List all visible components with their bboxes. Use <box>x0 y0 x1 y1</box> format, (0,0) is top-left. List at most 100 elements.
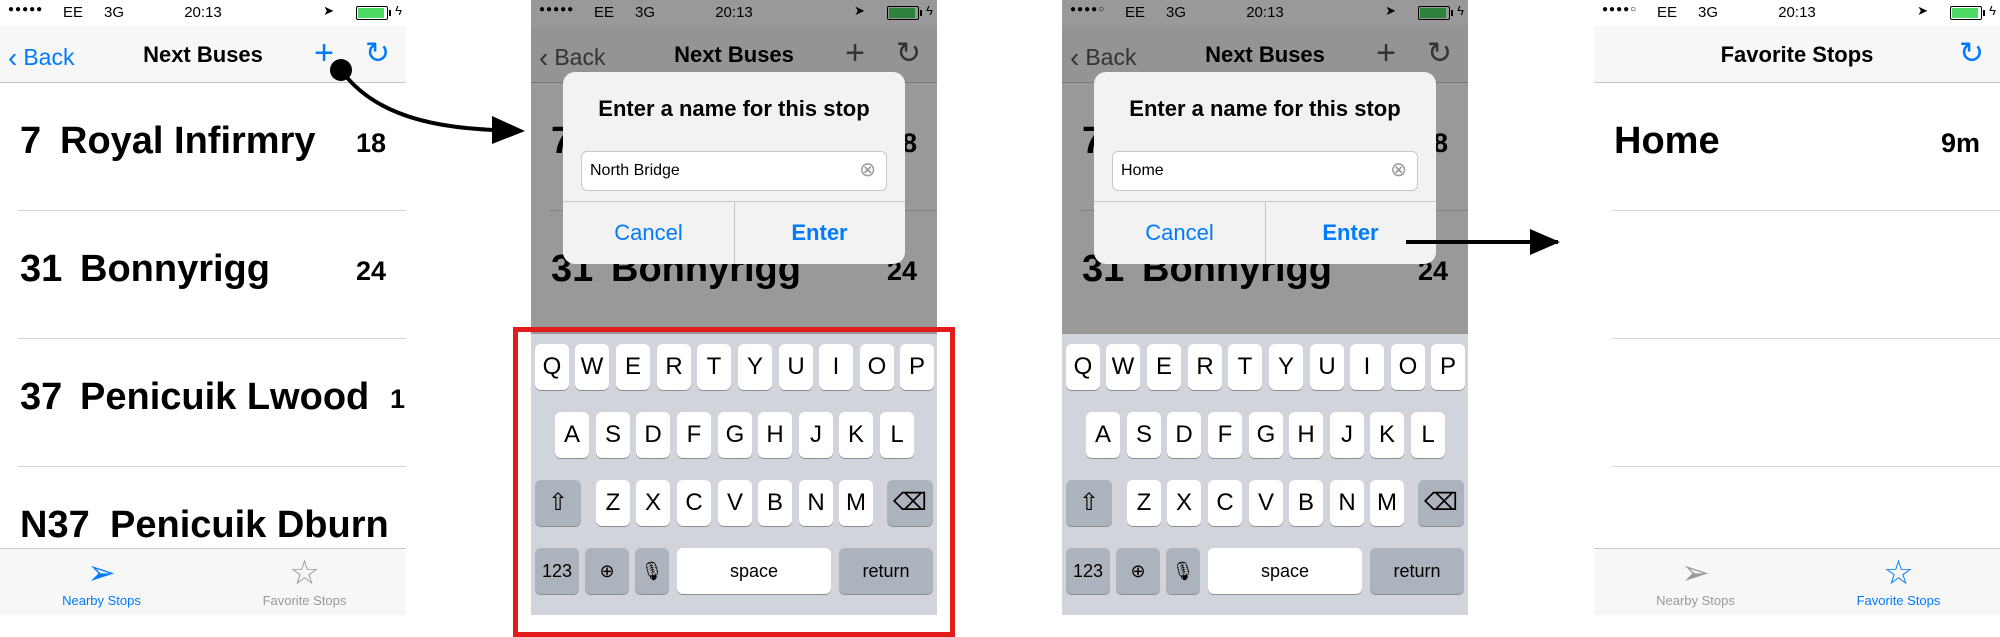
charging-icon: ϟ <box>1989 3 1996 18</box>
key[interactable]: G <box>1249 412 1283 458</box>
status-bar: ●●●●○ EE 3G 20:13 ➤ ϟ <box>1594 0 2000 26</box>
destination: Penicuik Lwood <box>80 376 370 418</box>
flow-arrow-2 <box>1406 229 1560 255</box>
numbers-key[interactable]: 123 <box>1066 548 1110 594</box>
tab-bar: ➢ Nearby Stops ☆ Favorite Stops <box>0 548 406 615</box>
key[interactable]: A <box>1086 412 1120 458</box>
key[interactable]: P <box>1431 344 1465 390</box>
key[interactable]: U <box>1310 344 1344 390</box>
key[interactable]: R <box>1188 344 1222 390</box>
location-arrow-icon: ➤ <box>323 3 334 18</box>
cancel-button[interactable]: Cancel <box>1094 202 1266 264</box>
globe-icon[interactable]: ⊕ <box>1116 548 1160 594</box>
keyboard-highlight <box>513 327 955 637</box>
empty-row <box>1612 210 2000 339</box>
clock: 20:13 <box>1778 4 1816 21</box>
dialog-buttons: Cancel Enter <box>563 201 905 264</box>
battery-icon <box>1950 6 1985 20</box>
tab-favorite-stops[interactable]: ☆ Favorite Stops <box>1797 553 2000 608</box>
name-stop-dialog: Enter a name for this stop Home ⊗ Cancel… <box>1094 72 1436 264</box>
destination: Royal Infirmry <box>60 120 316 162</box>
key[interactable]: H <box>1289 412 1323 458</box>
star-icon: ☆ <box>289 554 320 592</box>
arrow-head <box>492 116 525 144</box>
enter-button[interactable]: Enter <box>1265 202 1436 264</box>
nav-bar: Favorite Stops ↻ <box>1594 26 2000 83</box>
dialog-title: Enter a name for this stop <box>1129 96 1401 121</box>
cancel-button[interactable]: Cancel <box>563 202 735 264</box>
tab-favorite-stops[interactable]: ☆ Favorite Stops <box>203 553 406 608</box>
star-icon: ☆ <box>1883 554 1914 592</box>
backspace-icon[interactable]: ⌫ <box>1418 480 1464 526</box>
tab-nearby-stops[interactable]: ➢ Nearby Stops <box>0 553 203 608</box>
key[interactable]: L <box>1411 412 1445 458</box>
key[interactable]: E <box>1147 344 1181 390</box>
tab-bar: ➢ Nearby Stops ☆ Favorite Stops <box>1594 548 2000 615</box>
clear-icon[interactable]: ⊗ <box>1390 157 1407 182</box>
clear-icon[interactable]: ⊗ <box>859 157 876 182</box>
curved-arrow <box>339 68 496 132</box>
key[interactable]: N <box>1330 480 1364 526</box>
table-row[interactable]: 31 Bonnyrigg 24 <box>18 210 406 339</box>
stop-name-value: North Bridge <box>590 162 680 179</box>
stop-name-input[interactable]: Home ⊗ <box>1112 151 1418 191</box>
route-number: 31 <box>20 248 63 290</box>
battery-icon <box>356 6 391 20</box>
screen-name-stop-2: ●●●●○ EE 3G 20:13 ➤ ϟ ‹ Back Next Buses +… <box>1062 0 1468 615</box>
tab-label: Nearby Stops <box>62 593 141 608</box>
destination: Penicuik Dburn <box>110 504 389 546</box>
clock: 20:13 <box>184 4 222 21</box>
name-stop-dialog: Enter a name for this stop North Bridge … <box>563 72 905 264</box>
space-key[interactable]: space <box>1208 548 1362 594</box>
tab-label: Favorite Stops <box>262 593 347 608</box>
dialog-title: Enter a name for this stop <box>598 96 870 121</box>
table-row[interactable]: Home 9m <box>1612 82 2000 211</box>
key[interactable]: F <box>1208 412 1242 458</box>
charging-icon: ϟ <box>395 3 402 18</box>
tab-nearby-stops[interactable]: ➢ Nearby Stops <box>1594 553 1797 608</box>
key[interactable]: V <box>1249 480 1283 526</box>
tab-label: Nearby Stops <box>1656 593 1735 608</box>
dialog-buttons: Cancel Enter <box>1094 201 1436 264</box>
microphone-icon[interactable]: 🎙 <box>1166 548 1200 594</box>
key[interactable]: Z <box>1127 480 1161 526</box>
key[interactable]: Y <box>1269 344 1303 390</box>
enter-button[interactable]: Enter <box>734 202 905 264</box>
key[interactable]: B <box>1289 480 1323 526</box>
page-title: Favorite Stops <box>1720 42 1874 67</box>
location-arrow-icon: ➢ <box>87 554 116 592</box>
refresh-button[interactable]: ↻ <box>1959 36 1984 71</box>
location-arrow-icon: ➤ <box>1917 3 1928 18</box>
key[interactable]: S <box>1127 412 1161 458</box>
flow-arrow-1 <box>330 59 525 144</box>
return-key[interactable]: return <box>1370 548 1464 594</box>
key[interactable]: K <box>1370 412 1404 458</box>
empty-row <box>1612 338 2000 467</box>
key[interactable]: J <box>1330 412 1364 458</box>
minutes: 9m <box>1940 128 1980 158</box>
key[interactable]: I <box>1350 344 1384 390</box>
minutes: 24 <box>355 256 386 286</box>
key[interactable]: T <box>1228 344 1262 390</box>
key[interactable]: X <box>1167 480 1201 526</box>
shift-icon[interactable]: ⇧ <box>1066 480 1112 526</box>
table-row[interactable]: 37 Penicuik Lwood 19 <box>18 338 406 467</box>
favorite-name: Home <box>1614 120 1720 162</box>
route-number: 37 <box>20 376 63 418</box>
route-number: 7 <box>20 120 42 162</box>
stop-name-input[interactable]: North Bridge ⊗ <box>581 151 887 191</box>
key[interactable]: D <box>1167 412 1201 458</box>
screen-favorite-stops: ●●●●○ EE 3G 20:13 ➤ ϟ Favorite Stops ↻ H… <box>1594 0 2000 615</box>
tab-label: Favorite Stops <box>1856 593 1941 608</box>
keyboard: Q W E R T Y U I O P A S D F G H J K L ⇧ … <box>1062 334 1468 615</box>
stop-name-value: Home <box>1121 162 1164 179</box>
key[interactable]: Q <box>1066 344 1100 390</box>
route-number: N37 <box>20 504 90 546</box>
destination: Bonnyrigg <box>80 248 270 290</box>
minutes: 19 <box>389 384 406 414</box>
key[interactable]: W <box>1106 344 1140 390</box>
key[interactable]: C <box>1208 480 1242 526</box>
key[interactable]: M <box>1370 480 1404 526</box>
location-arrow-icon: ➢ <box>1681 554 1710 592</box>
key[interactable]: O <box>1391 344 1425 390</box>
